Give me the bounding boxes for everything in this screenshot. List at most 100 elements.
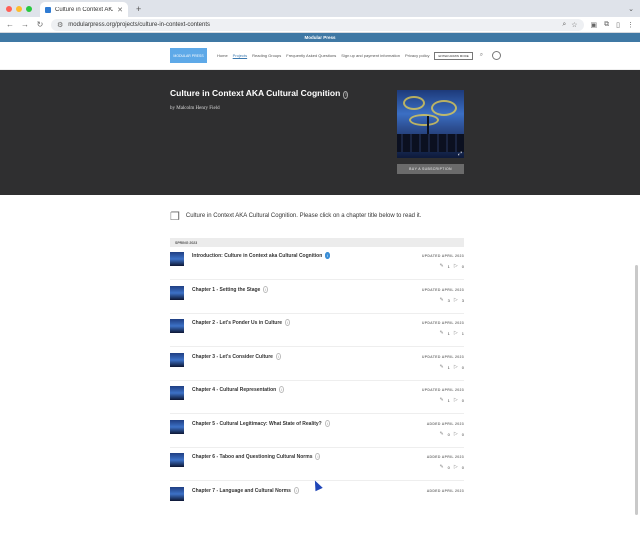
site-banner: Modular Press [0, 33, 640, 42]
reload-icon[interactable]: ↻ [36, 20, 44, 29]
chapter-title-wrap[interactable]: Chapter 3 - Let's Consider Culture i [192, 353, 281, 360]
chapter-title[interactable]: Chapter 1 - Setting the Stage [192, 287, 260, 293]
comment-count: 1 [461, 330, 464, 336]
chapter-thumbnail[interactable] [170, 286, 184, 300]
sidebar-icon[interactable]: ▯ [616, 21, 620, 29]
chapter-title[interactable]: Chapter 2 - Let's Ponder Us in Culture [192, 320, 282, 326]
close-window-icon[interactable] [6, 5, 12, 12]
chapter-title[interactable]: Introduction: Culture in Context aka Cul… [192, 253, 322, 259]
intro: ❐ Culture in Context AKA Cultural Cognit… [170, 212, 470, 223]
browser-toolbar: ← → ↻ ⚙ modularpress.org/projects/cultur… [0, 17, 640, 33]
brand-logo[interactable]: MODULAR PRESS [170, 48, 207, 63]
info-icon[interactable]: i [293, 487, 299, 494]
chapter-status: ADDED APRIL 2023 [426, 489, 464, 493]
chapter-thumbnail[interactable] [170, 319, 184, 333]
info-icon[interactable]: i [325, 252, 331, 259]
highlight-icon: ✎ [439, 431, 444, 437]
info-icon[interactable]: i [263, 286, 269, 293]
nav-reading-groups[interactable]: Reading Groups [252, 53, 281, 58]
nav-faq[interactable]: Frequently Asked Questions [286, 53, 336, 58]
comment-icon: ▷ [453, 431, 458, 437]
nav-home[interactable]: Home [217, 53, 228, 58]
site-info-icon[interactable]: ⚙ [57, 21, 63, 29]
project-author: by Malcolm Henry Field [170, 106, 220, 111]
highlight-icon: ✎ [439, 297, 444, 303]
chapter-row[interactable]: Introduction: Culture in Context aka Cul… [170, 247, 464, 280]
bookmark-star-icon[interactable]: ☆ [571, 21, 577, 29]
chapter-counts: ✎ 1 ▷ 0 [439, 263, 464, 269]
highlight-count: 1 [447, 397, 450, 403]
chapter-thumbnail[interactable] [170, 420, 184, 434]
minimize-window-icon[interactable] [16, 5, 22, 12]
chapter-status: UPDATED APRIL 2023 [421, 355, 464, 359]
url-text[interactable]: modularpress.org/projects/culture-in-con… [68, 22, 557, 28]
chapter-title-wrap[interactable]: Chapter 7 - Language and Cultural Norms i [192, 487, 299, 494]
chapter-thumbnail[interactable] [170, 353, 184, 367]
highlight-count: 0 [447, 431, 450, 437]
chapter-title[interactable]: Chapter 7 - Language and Cultural Norms [192, 488, 291, 494]
highlight-count: 1 [447, 364, 450, 370]
chapter-title-wrap[interactable]: Chapter 1 - Setting the Stage i [192, 286, 269, 293]
extension-icon[interactable]: ▣ [591, 21, 598, 29]
zoom-icon[interactable]: ⌕ [562, 21, 566, 29]
forward-icon[interactable]: → [21, 20, 29, 29]
scrollbar[interactable] [635, 265, 638, 515]
chapter-title[interactable]: Chapter 4 - Cultural Representation [192, 387, 276, 393]
highlight-count: 0 [447, 464, 450, 470]
chapter-row[interactable]: Chapter 4 - Cultural Representation i UPD… [170, 381, 464, 414]
chapter-row[interactable]: Chapter 5 - Cultural Legitimacy: What St… [170, 415, 464, 448]
info-icon[interactable]: i [343, 91, 349, 99]
info-icon[interactable]: i [279, 386, 285, 393]
chapter-title-wrap[interactable]: Chapter 2 - Let's Ponder Us in Culture i [192, 319, 290, 326]
chapter-row[interactable]: Chapter 3 - Let's Consider Culture i UPDA… [170, 348, 464, 381]
more-menu-icon[interactable]: ⋮ [627, 21, 634, 29]
user-avatar-icon[interactable] [492, 51, 502, 60]
tab-close-icon[interactable]: ✕ [117, 6, 123, 14]
info-icon[interactable]: i [275, 353, 281, 360]
comment-icon: ▷ [453, 263, 458, 269]
cover-image[interactable]: ⤢ [397, 90, 464, 158]
chapter-row[interactable]: Chapter 1 - Setting the Stage i UPDATED A… [170, 281, 464, 314]
chapter-title[interactable]: Chapter 3 - Let's Consider Culture [192, 354, 273, 360]
chapter-title[interactable]: Chapter 5 - Cultural Legitimacy: What St… [192, 421, 322, 427]
chapter-thumbnail[interactable] [170, 386, 184, 400]
chapter-title-wrap[interactable]: Chapter 5 - Cultural Legitimacy: What St… [192, 420, 330, 427]
chapter-status: ADDED APRIL 2023 [426, 455, 464, 459]
chapter-row[interactable]: Chapter 2 - Let's Ponder Us in Culture i … [170, 314, 464, 347]
info-icon[interactable]: i [285, 319, 290, 326]
maximize-window-icon[interactable] [26, 5, 32, 12]
highlight-count: 1 [447, 330, 450, 336]
chapter-counts: ✎ 3 ▷ 3 [439, 297, 464, 303]
browser-tab[interactable]: Culture in Context AKA Cultu... ✕ [40, 2, 128, 17]
info-icon[interactable]: i [315, 453, 321, 460]
chapter-title-wrap[interactable]: Introduction: Culture in Context aka Cul… [192, 252, 331, 259]
admin-mode-button[interactable]: ENTER ADMIN MODE [434, 51, 473, 60]
highlight-count: 3 [447, 297, 450, 303]
chapter-title-wrap[interactable]: Chapter 6 - Taboo and Questioning Cultur… [192, 453, 321, 460]
highlight-icon: ✎ [439, 464, 444, 470]
chapter-thumbnail[interactable] [170, 252, 184, 266]
buy-subscription-button[interactable]: BUY A SUBSCRIPTION [397, 164, 464, 174]
chapter-row[interactable]: Chapter 6 - Taboo and Questioning Cultur… [170, 448, 464, 481]
info-icon[interactable]: i [324, 420, 330, 427]
chapter-thumbnail[interactable] [170, 453, 184, 467]
comment-icon: ▷ [453, 330, 458, 336]
back-icon[interactable]: ← [6, 20, 14, 29]
documents-icon: ❐ [170, 211, 180, 223]
highlight-icon: ✎ [439, 263, 444, 269]
chapter-title[interactable]: Chapter 6 - Taboo and Questioning Cultur… [192, 454, 312, 460]
new-tab-icon[interactable]: + [136, 4, 141, 14]
chapter-thumbnail[interactable] [170, 487, 184, 501]
nav-projects[interactable]: Projects [233, 53, 247, 58]
nav-privacy[interactable]: Privacy policy [405, 53, 429, 58]
search-icon[interactable]: ⌕ [480, 52, 483, 59]
chapter-counts: ✎ 1 ▷ 0 [439, 397, 464, 403]
intro-text: Culture in Context AKA Cultural Cognitio… [185, 213, 422, 219]
nav-signup[interactable]: Sign up and payment information [341, 53, 400, 58]
chapter-title-wrap[interactable]: Chapter 4 - Cultural Representation i [192, 386, 285, 393]
chapter-counts: ✎ 0 ▷ 0 [439, 464, 464, 470]
tab-menu-icon[interactable]: ⌄ [628, 5, 634, 13]
expand-icon[interactable]: ⤢ [458, 151, 462, 157]
puzzle-icon[interactable]: ⧉ [604, 21, 609, 29]
address-bar[interactable]: ⚙ modularpress.org/projects/culture-in-c… [51, 18, 584, 31]
